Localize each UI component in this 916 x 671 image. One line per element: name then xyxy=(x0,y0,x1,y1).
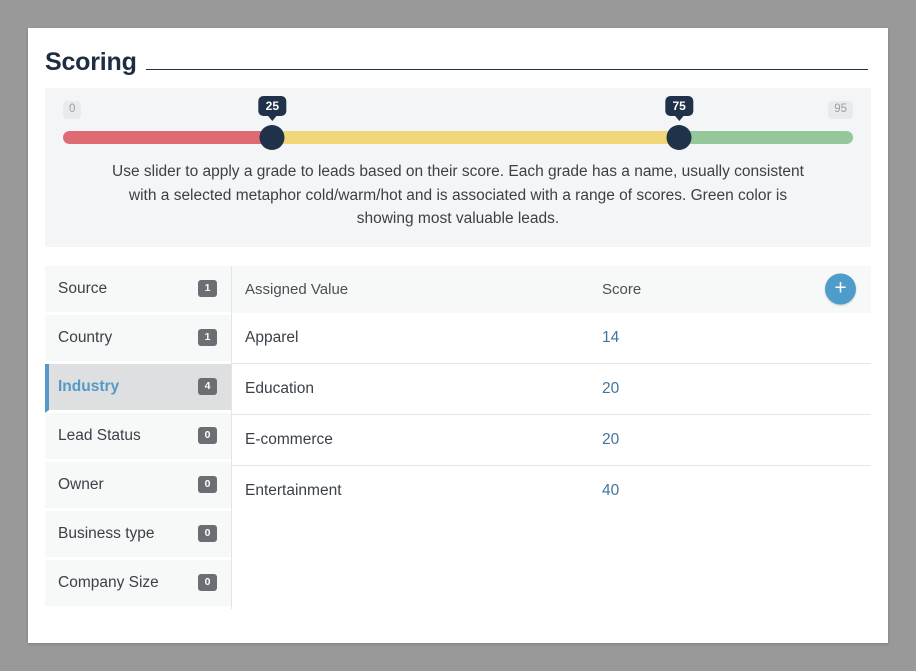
sidebar-item-industry[interactable]: Industry 4 xyxy=(45,363,231,413)
cell-score[interactable]: 40 xyxy=(602,482,871,500)
title-divider xyxy=(145,68,868,70)
sidebar-item-count: 1 xyxy=(198,329,217,346)
slider-value-bubble-1: 25 xyxy=(258,96,287,121)
values-table: Assigned Value Score + Apparel 14 Educat… xyxy=(232,265,871,516)
cell-score[interactable]: 20 xyxy=(602,380,871,398)
slider-max-label: 95 xyxy=(828,101,853,119)
sidebar-item-country[interactable]: Country 1 xyxy=(45,314,231,364)
sidebar-item-label: Country xyxy=(58,328,113,346)
sidebar-item-label: Company Size xyxy=(58,573,159,591)
cell-assigned-value: Apparel xyxy=(245,328,299,346)
cell-score[interactable]: 14 xyxy=(602,329,871,347)
sidebar-item-label: Business type xyxy=(58,524,155,542)
column-header-assigned-value: Assigned Value xyxy=(245,280,349,298)
sidebar-item-owner[interactable]: Owner 0 xyxy=(45,461,231,511)
sidebar-item-label: Lead Status xyxy=(58,426,141,444)
slider-handle-2[interactable] xyxy=(666,125,692,150)
sidebar-item-count: 4 xyxy=(198,378,217,395)
sidebar-item-count: 0 xyxy=(198,525,217,542)
sidebar-item-count: 0 xyxy=(198,427,217,444)
plus-icon: + xyxy=(834,276,847,300)
table-header-row: Assigned Value Score + xyxy=(232,265,871,313)
slider-track[interactable] xyxy=(63,131,853,144)
slider-segment-warm xyxy=(272,131,680,144)
sidebar-item-source[interactable]: Source 1 xyxy=(45,265,231,315)
sidebar-item-count: 1 xyxy=(198,280,217,297)
cell-assigned-value: Education xyxy=(245,379,314,397)
table-row[interactable]: E-commerce 20 xyxy=(232,415,871,466)
sidebar-item-company-size[interactable]: Company Size 0 xyxy=(45,559,231,609)
cell-assigned-value: Entertainment xyxy=(245,481,342,499)
slider-segment-cold xyxy=(63,131,273,144)
sidebar-item-count: 0 xyxy=(198,574,217,591)
sidebar-item-lead-status[interactable]: Lead Status 0 xyxy=(45,412,231,462)
page-title: Scoring xyxy=(45,48,137,76)
table-row[interactable]: Education 20 xyxy=(232,364,871,415)
sidebar-item-count: 0 xyxy=(198,476,217,493)
card-header: Scoring xyxy=(28,28,888,75)
sidebar-item-business-type[interactable]: Business type 0 xyxy=(45,510,231,560)
sidebar-item-label: Industry xyxy=(58,377,120,395)
slider-min-label: 0 xyxy=(63,101,82,119)
slider-description: Use slider to apply a grade to leads bas… xyxy=(112,163,804,228)
slider-handle-1[interactable] xyxy=(259,125,285,150)
slider-value-bubble-2: 75 xyxy=(665,96,693,121)
slider-panel: 0 95 25 75 Use slider to apply a grade t… xyxy=(45,88,871,247)
scoring-card: Scoring 0 95 25 75 Use slider to apply a… xyxy=(28,28,888,643)
cell-assigned-value: E-commerce xyxy=(245,430,333,448)
score-slider[interactable]: 0 95 25 75 xyxy=(63,96,853,156)
field-list: Source 1 Country 1 Industry 4 Lead Statu… xyxy=(45,265,232,609)
sidebar-item-label: Source xyxy=(58,279,108,297)
content-split: Source 1 Country 1 Industry 4 Lead Statu… xyxy=(45,265,871,609)
cell-score[interactable]: 20 xyxy=(602,431,871,449)
page-root: Scoring 0 95 25 75 Use slider to apply a… xyxy=(0,0,916,671)
add-value-button[interactable]: + xyxy=(825,273,856,305)
sidebar-item-label: Owner xyxy=(58,475,104,493)
table-row[interactable]: Apparel 14 xyxy=(232,313,871,364)
slider-segment-hot xyxy=(679,131,853,144)
table-row[interactable]: Entertainment 40 xyxy=(232,466,871,516)
